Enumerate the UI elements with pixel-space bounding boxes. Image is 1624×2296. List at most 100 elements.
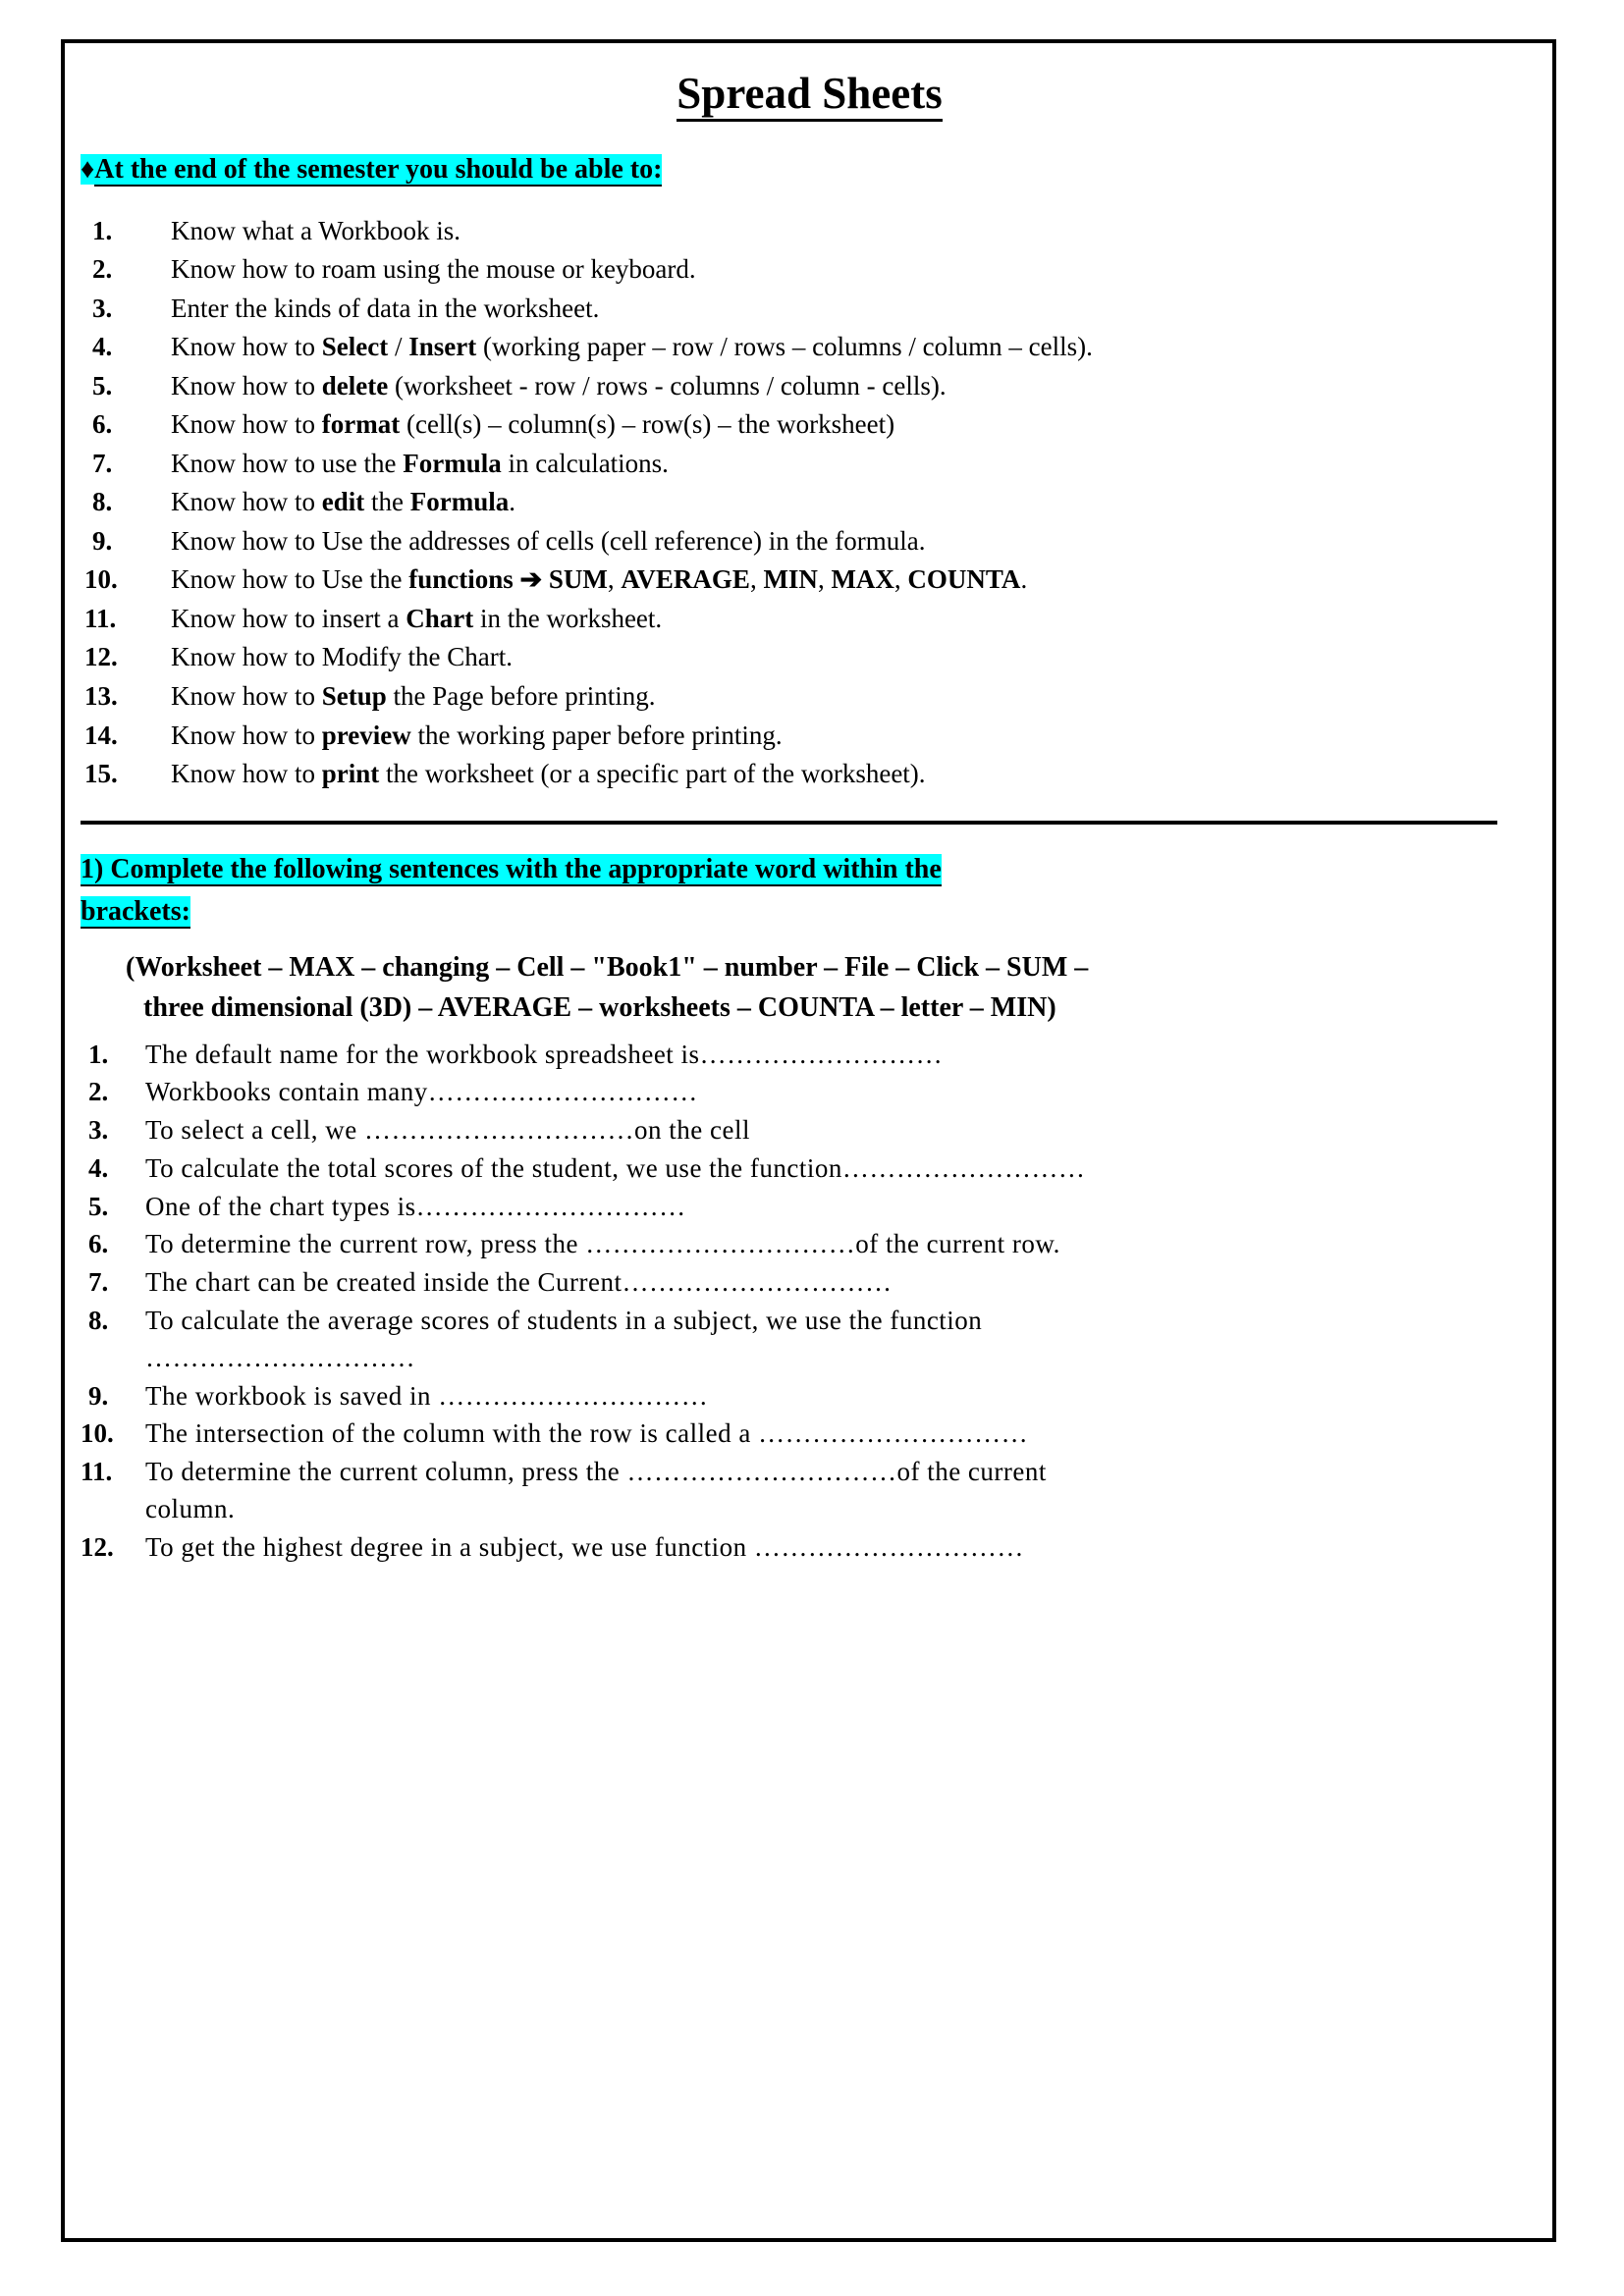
objective-item: 1. Know what a Workbook is. [81, 213, 1539, 250]
objective-keyword: Formula [403, 448, 502, 478]
question-number: 9. [88, 1380, 109, 1411]
objective-number: 3. [92, 293, 113, 323]
objective-keyword: delete [321, 370, 389, 400]
objective-text-run: (working paper – row / rows – columns / … [476, 332, 1093, 362]
objective-item: 13. Know how to Setup the Page before pri… [81, 678, 1539, 716]
objective-text-run: in calculations. [501, 448, 669, 478]
objective-text: Know how to Setup the Page before printi… [171, 681, 655, 711]
page-title: Spread Sheets [81, 70, 1539, 124]
question-item: 7. The chart can be created inside the Cu… [81, 1264, 1539, 1302]
objective-item: 9. Know how to Use the addresses of cells… [81, 523, 1539, 561]
objective-text-run: Know what a Workbook is. [171, 215, 461, 245]
question-item: 9. The workbook is saved in ………………………… [81, 1378, 1539, 1415]
objective-keyword: preview [321, 720, 411, 750]
question-item: 4. To calculate the total scores of the s… [81, 1150, 1539, 1188]
question-item: 3. To select a cell, we …………………………on the … [81, 1112, 1539, 1149]
objective-text-run: Know how to [171, 409, 322, 440]
objective-text: Know how to Use the addresses of cells (… [171, 526, 925, 556]
objective-number: 12. [84, 642, 118, 672]
objective-text: Know how to preview the working paper be… [171, 721, 783, 750]
objective-item: 6. Know how to format (cell(s) – column(s… [81, 406, 1539, 444]
objective-keyword: MIN [763, 564, 818, 595]
objective-text-run: . [509, 487, 515, 517]
objective-text-run: / [388, 332, 409, 362]
objective-text: Know how to Select / Insert (working pap… [171, 332, 1093, 361]
objective-text: Know how to edit the Formula. [171, 487, 515, 516]
word-bank-line1: (Worksheet – MAX – changing – Cell – "Bo… [126, 952, 1089, 984]
objectives-heading: ♦At the end of the semester you should b… [81, 149, 1539, 191]
objective-text-run: (cell(s) – column(s) – row(s) – the work… [400, 409, 895, 440]
question-number: 11. [81, 1457, 113, 1487]
question-number: 4. [88, 1152, 109, 1183]
objective-keyword: AVERAGE [621, 564, 750, 595]
question-number: 2. [88, 1077, 109, 1107]
question-number: 6. [88, 1229, 109, 1259]
objective-item: 3. Enter the kinds of data in the workshe… [81, 291, 1539, 328]
objective-item: 10. Know how to Use the functions ➔ SUM, … [81, 561, 1539, 599]
question-item: 2. Workbooks contain many………………………… [81, 1074, 1539, 1111]
section-divider [81, 820, 1497, 825]
objective-keyword: Setup [321, 680, 387, 711]
objective-text-run: in the worksheet. [473, 603, 663, 633]
objectives-heading-text: At the end of the semester you should be… [94, 154, 663, 187]
objective-text-run: the Page before printing. [386, 680, 656, 711]
question-text: One of the chart types is………………………… [145, 1191, 686, 1221]
question-text: The chart can be created inside the Curr… [145, 1267, 893, 1298]
word-bank-line2: three dimensional (3D) – AVERAGE – works… [143, 991, 1056, 1023]
objective-item: 12. Know how to Modify the Chart. [81, 639, 1539, 676]
objective-text-run: the [364, 487, 410, 517]
objective-text-run: Know how to [171, 332, 322, 362]
objective-text-run: Know how to [171, 759, 322, 789]
question-number: 8. [88, 1306, 109, 1336]
question-item: 10. The intersection of the column with t… [81, 1415, 1539, 1453]
question-number: 5. [88, 1191, 109, 1221]
page-content: Spread Sheets ♦At the end of the semeste… [81, 57, 1539, 1568]
question-item: 11. To determine the current column, pres… [81, 1454, 1539, 1528]
objective-number: 2. [92, 254, 113, 285]
objective-number: 9. [92, 525, 113, 556]
objective-number: 5. [92, 370, 113, 400]
worksheet-page: Spread Sheets ♦At the end of the semeste… [0, 0, 1624, 2296]
objective-keyword: Chart [406, 603, 474, 633]
exercise-heading-line2: brackets: [81, 895, 190, 929]
objective-text: Know how to print the worksheet (or a sp… [171, 759, 926, 788]
objective-number: 6. [92, 409, 113, 440]
objective-number: 8. [92, 487, 113, 517]
objective-text-run: , [893, 564, 908, 595]
question-item: 5. One of the chart types is………………………… [81, 1189, 1539, 1226]
question-text: To calculate the total scores of the stu… [145, 1152, 1086, 1183]
objective-item: 7. Know how to use the Formula in calcula… [81, 446, 1539, 483]
question-continuation: column. [145, 1494, 236, 1524]
question-text: To get the highest degree in a subject, … [145, 1531, 1024, 1562]
question-item: 1. The default name for the workbook spre… [81, 1037, 1539, 1074]
objective-number: 10. [84, 564, 118, 595]
objective-item: 5. Know how to delete (worksheet - row / … [81, 368, 1539, 405]
objective-text-run: , [817, 564, 832, 595]
objective-text-run: , [749, 564, 764, 595]
objective-number: 11. [84, 603, 117, 633]
objective-text-run: Know how to Modify the Chart. [171, 642, 513, 672]
objective-text-run: . [1020, 564, 1028, 595]
question-text: To determine the current row, press the … [145, 1229, 1060, 1259]
objective-text-run: Know how to roam using the mouse or keyb… [171, 254, 696, 285]
objective-keyword: Select [321, 332, 389, 362]
objective-item: 11. Know how to insert a Chart in the wor… [81, 601, 1539, 638]
question-item: 8. To calculate the average scores of stu… [81, 1303, 1539, 1377]
question-number: 10. [81, 1418, 114, 1449]
question-text: To determine the current column, press t… [145, 1457, 1047, 1487]
question-item: 12. To get the highest degree in a subjec… [81, 1529, 1539, 1567]
objective-text: Know how to Use the functions ➔ SUM, AVE… [171, 564, 1027, 594]
objective-keyword: Formula [409, 487, 510, 517]
objective-text-run: Know how to insert a [171, 603, 406, 633]
objective-text: Know how to format (cell(s) – column(s) … [171, 409, 894, 439]
question-text: The workbook is saved in ………………………… [145, 1380, 709, 1411]
objective-keyword: Insert [408, 332, 477, 362]
question-text: The intersection of the column with the … [145, 1418, 1029, 1449]
objective-text-run: Know how to [171, 487, 322, 517]
question-text: Workbooks contain many………………………… [145, 1077, 698, 1107]
objective-text: Know how to use the Formula in calculati… [171, 449, 669, 478]
objective-text-run: the working paper before printing. [410, 720, 783, 750]
question-text: To calculate the average scores of stude… [145, 1306, 983, 1336]
question-number: 3. [88, 1115, 109, 1146]
objective-keyword: MAX [831, 564, 894, 595]
